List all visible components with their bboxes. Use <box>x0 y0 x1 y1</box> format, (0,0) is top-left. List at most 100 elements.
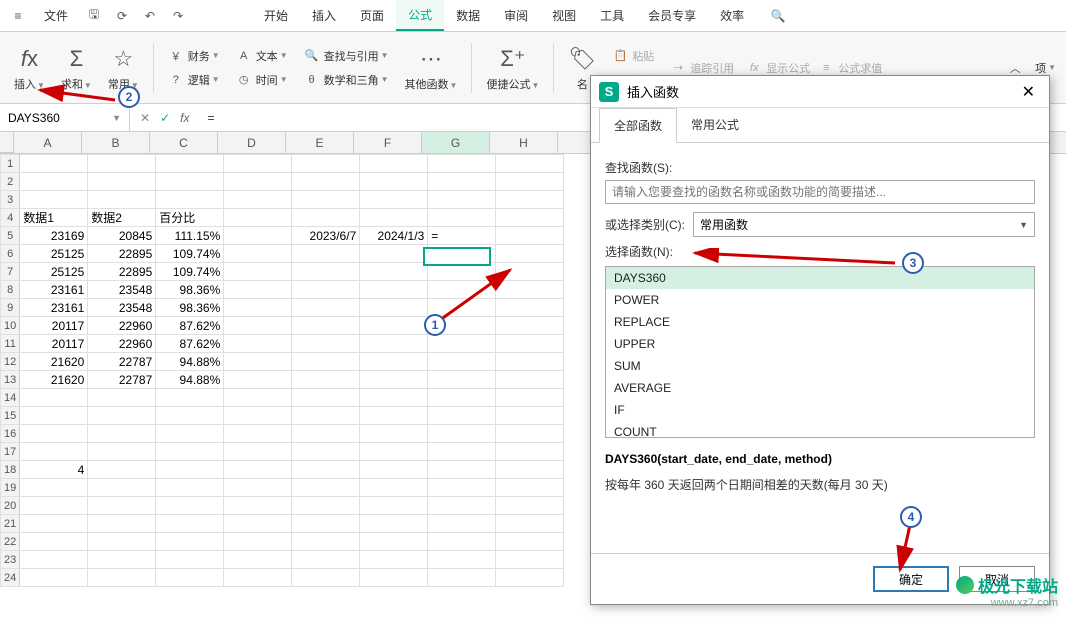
cell[interactable] <box>496 497 564 515</box>
dlg-tab-common[interactable]: 常用公式 <box>677 108 753 142</box>
other-fn-button[interactable]: ⋯ 其他函数▼ <box>401 40 462 96</box>
row-header[interactable]: 19 <box>1 479 20 497</box>
cell[interactable] <box>224 515 292 533</box>
row-header[interactable]: 14 <box>1 389 20 407</box>
cell[interactable] <box>88 551 156 569</box>
cell[interactable] <box>156 173 224 191</box>
text-button[interactable]: A文本▼ <box>232 46 292 66</box>
ok-button[interactable]: 确定 <box>873 566 949 592</box>
cell[interactable] <box>360 443 428 461</box>
logic-button[interactable]: ?逻辑▼ <box>164 70 224 90</box>
cell[interactable] <box>224 281 292 299</box>
cell[interactable]: = <box>428 227 496 245</box>
cell[interactable] <box>428 245 496 263</box>
row-header[interactable]: 12 <box>1 353 20 371</box>
cell[interactable] <box>224 461 292 479</box>
cell[interactable] <box>428 461 496 479</box>
cell[interactable] <box>156 425 224 443</box>
cell[interactable]: 111.15% <box>156 227 224 245</box>
cell[interactable] <box>428 263 496 281</box>
cell[interactable]: 23161 <box>20 281 88 299</box>
row-header[interactable]: 16 <box>1 425 20 443</box>
cell[interactable] <box>496 173 564 191</box>
cell[interactable]: 22895 <box>88 263 156 281</box>
row-header[interactable]: 15 <box>1 407 20 425</box>
col-header-h[interactable]: H <box>490 132 558 153</box>
tab-view[interactable]: 视图 <box>540 1 588 30</box>
tab-start[interactable]: 开始 <box>252 1 300 30</box>
cell[interactable] <box>496 335 564 353</box>
cell[interactable]: 2023/6/7 <box>292 227 360 245</box>
row-header[interactable]: 9 <box>1 299 20 317</box>
cell[interactable] <box>428 569 496 587</box>
category-select[interactable]: 常用函数 ▼ <box>693 212 1035 237</box>
cell[interactable] <box>428 173 496 191</box>
cell[interactable] <box>20 551 88 569</box>
function-list[interactable]: DAYS360POWERREPLACEUPPERSUMAVERAGEIFCOUN… <box>605 266 1035 438</box>
cell[interactable] <box>360 317 428 335</box>
cancel-formula-icon[interactable]: ✕ <box>140 111 150 125</box>
row-header[interactable]: 21 <box>1 515 20 533</box>
cell[interactable] <box>20 497 88 515</box>
row-header[interactable]: 7 <box>1 263 20 281</box>
cell[interactable] <box>88 569 156 587</box>
cell[interactable] <box>88 389 156 407</box>
cell[interactable] <box>292 551 360 569</box>
cell[interactable] <box>156 497 224 515</box>
cell[interactable] <box>360 245 428 263</box>
cell[interactable] <box>292 389 360 407</box>
cell[interactable] <box>20 479 88 497</box>
tab-tools[interactable]: 工具 <box>588 1 636 30</box>
cell[interactable] <box>496 569 564 587</box>
cell[interactable]: 22895 <box>88 245 156 263</box>
cell[interactable] <box>224 371 292 389</box>
search-input[interactable] <box>605 180 1035 204</box>
function-item[interactable]: POWER <box>606 289 1034 311</box>
cell[interactable] <box>496 191 564 209</box>
cell[interactable] <box>496 209 564 227</box>
cell[interactable] <box>360 335 428 353</box>
cell[interactable] <box>224 191 292 209</box>
cell[interactable] <box>292 209 360 227</box>
row-header[interactable]: 24 <box>1 569 20 587</box>
cell[interactable] <box>496 407 564 425</box>
cell[interactable] <box>156 479 224 497</box>
cell[interactable] <box>360 533 428 551</box>
cell[interactable] <box>224 533 292 551</box>
cell[interactable] <box>428 353 496 371</box>
cell[interactable] <box>224 497 292 515</box>
cell[interactable]: 数据1 <box>20 209 88 227</box>
cell[interactable] <box>156 191 224 209</box>
cell[interactable] <box>496 227 564 245</box>
cell[interactable] <box>360 551 428 569</box>
cell[interactable] <box>20 569 88 587</box>
cell[interactable] <box>496 461 564 479</box>
cell[interactable]: 4 <box>20 461 88 479</box>
cell[interactable] <box>88 479 156 497</box>
cell[interactable] <box>224 209 292 227</box>
save-icon[interactable]: 🖫 <box>82 4 106 28</box>
cell[interactable] <box>224 227 292 245</box>
row-header[interactable]: 2 <box>1 173 20 191</box>
cell[interactable] <box>360 569 428 587</box>
cell[interactable] <box>360 479 428 497</box>
file-menu[interactable]: 文件 <box>32 1 80 30</box>
cell[interactable] <box>88 515 156 533</box>
cell[interactable]: 23161 <box>20 299 88 317</box>
cell[interactable] <box>224 263 292 281</box>
cell[interactable] <box>292 335 360 353</box>
cell[interactable] <box>496 299 564 317</box>
function-item[interactable]: AVERAGE <box>606 377 1034 399</box>
cell[interactable] <box>224 551 292 569</box>
cell[interactable] <box>428 533 496 551</box>
cell[interactable] <box>88 173 156 191</box>
col-header-e[interactable]: E <box>286 132 354 153</box>
cell[interactable]: 21620 <box>20 353 88 371</box>
paste-name-button[interactable]: 📋粘贴 <box>608 46 658 66</box>
row-header[interactable]: 8 <box>1 281 20 299</box>
cell[interactable] <box>428 407 496 425</box>
cell[interactable] <box>292 281 360 299</box>
cell[interactable] <box>360 299 428 317</box>
cell[interactable] <box>88 533 156 551</box>
cell[interactable]: 94.88% <box>156 371 224 389</box>
